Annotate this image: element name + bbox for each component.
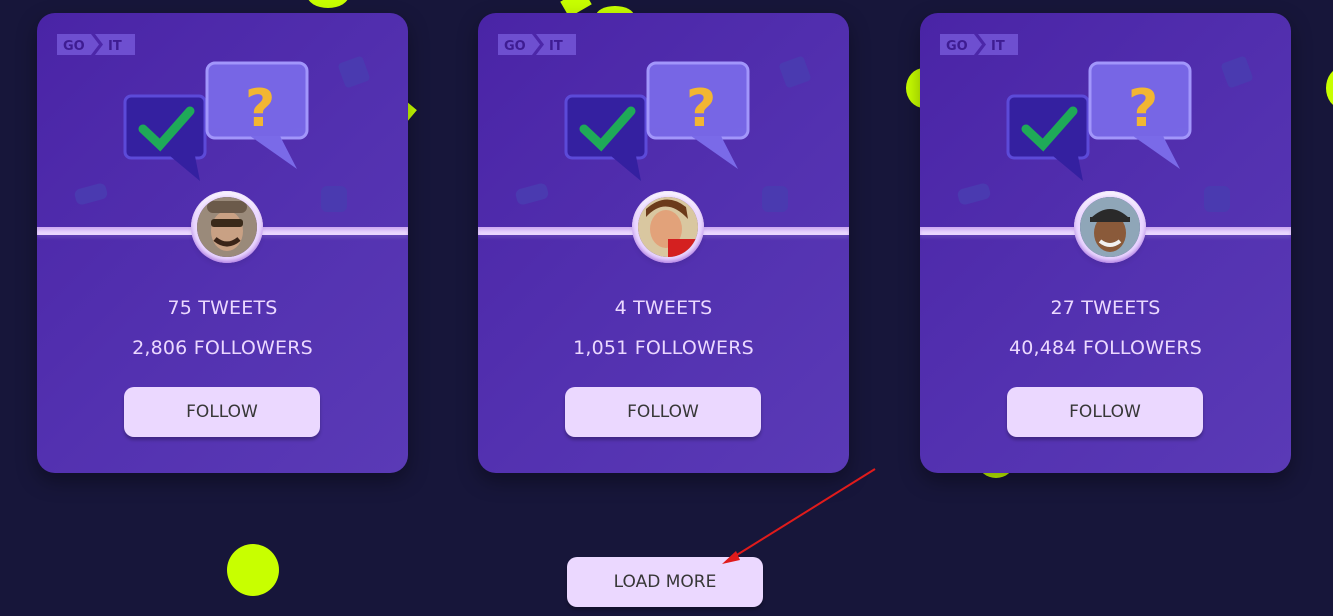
- user-card: GO IT ? 75 TWEETS 2,806 FOLLOWERS FOLLOW: [37, 13, 408, 473]
- avatar: [1074, 191, 1146, 263]
- followers-count: 40,484 FOLLOWERS: [1008, 337, 1203, 359]
- tweets-count: 27 TWEETS: [1050, 297, 1161, 319]
- decor-dot: [227, 544, 279, 596]
- follow-button[interactable]: FOLLOW: [124, 387, 320, 437]
- load-more-button[interactable]: LOAD MORE: [567, 557, 763, 607]
- tweets-count: 75 TWEETS: [167, 297, 278, 319]
- tweets-count: 4 TWEETS: [614, 297, 713, 319]
- avatar-image: [1080, 197, 1140, 257]
- followers-count: 2,806 FOLLOWERS: [132, 337, 313, 359]
- user-card: GO IT ? 4 TWEETS 1,051 FOLLOWERS FOLLOW: [478, 13, 849, 473]
- avatar-image: [638, 197, 698, 257]
- avatar: [632, 191, 704, 263]
- svg-text:?: ?: [686, 79, 716, 139]
- decor-dot: [307, 0, 349, 8]
- followers-count: 1,051 FOLLOWERS: [573, 337, 754, 359]
- follow-button[interactable]: FOLLOW: [1007, 387, 1203, 437]
- svg-text:?: ?: [245, 79, 275, 139]
- svg-text:?: ?: [1128, 79, 1158, 139]
- avatar-image: [197, 197, 257, 257]
- avatar: [191, 191, 263, 263]
- user-card: GO IT ? 27 TWEETS 40,484 FOLLOWERS FOLLO…: [920, 13, 1291, 473]
- follow-button[interactable]: FOLLOW: [565, 387, 761, 437]
- decor-dot: [1326, 68, 1333, 108]
